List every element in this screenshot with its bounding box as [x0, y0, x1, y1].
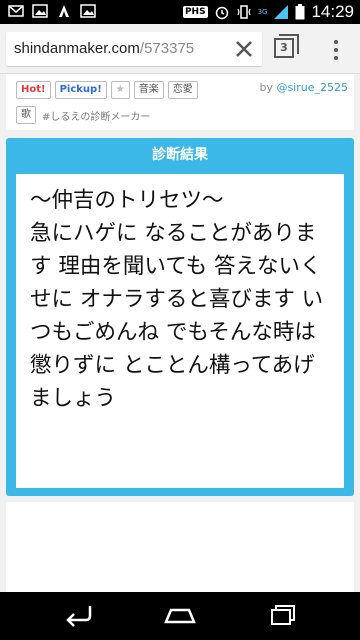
browser-toolbar: shindanmaker.com/573375 3	[0, 24, 360, 97]
hot-badge: Hot!	[16, 81, 51, 99]
vibrate-icon	[236, 5, 251, 19]
navigation-bar	[0, 592, 360, 640]
author-byline: by @sirue_2525	[259, 81, 348, 94]
image-notification-icon	[32, 4, 48, 18]
app-notification-icon	[59, 5, 69, 17]
result-body: 〜仲吉のトリセツ〜 急にハゲに なることがあります 理由を聞いても 答えないくせ…	[16, 174, 344, 488]
recent-apps-button[interactable]	[262, 602, 302, 630]
byline-prefix: by	[259, 81, 277, 94]
tag-song[interactable]: 歌	[16, 106, 36, 124]
pickup-badge: Pickup!	[54, 81, 107, 99]
web-page: Hot! Pickup! ★ 音楽 恋愛 by @sirue_2525 歌 #し…	[0, 74, 360, 592]
clock: 14:29	[311, 2, 354, 21]
url-domain: shindanmaker.com	[14, 40, 140, 57]
favorite-star-button[interactable]: ★	[110, 81, 130, 99]
clear-url-button[interactable]	[232, 37, 256, 61]
tag-romance[interactable]: 恋愛	[167, 81, 198, 99]
diagnosis-info-card: Hot! Pickup! ★ 音楽 恋愛 by @sirue_2525 歌 #し…	[6, 74, 354, 130]
email-icon	[8, 5, 24, 17]
url-path: /573375	[139, 40, 195, 57]
author-link[interactable]: @sirue_2525	[276, 81, 348, 94]
image-notification-icon-2	[80, 4, 96, 18]
result-heading: 診断結果	[152, 147, 208, 163]
next-card	[6, 502, 354, 592]
result-text: 〜仲吉のトリセツ〜 急にハゲに なることがあります 理由を聞いても 答えないくせ…	[30, 188, 324, 411]
url-text[interactable]: shindanmaker.com/573375	[14, 40, 194, 57]
home-button[interactable]	[160, 602, 200, 630]
battery-icon	[295, 4, 305, 20]
signal-icon	[274, 5, 289, 19]
tag-music[interactable]: 音楽	[133, 81, 164, 99]
result-panel: 診断結果 〜仲吉のトリセツ〜 急にハゲに なることがあります 理由を聞いても 答…	[6, 138, 354, 496]
tab-switcher-button[interactable]: 3	[274, 34, 300, 62]
hashtag-link[interactable]: #しるえの診断メーカー	[42, 108, 150, 123]
overflow-menu-button[interactable]	[330, 38, 342, 62]
url-bar[interactable]: shindanmaker.com/573375	[6, 32, 262, 66]
alarm-icon	[215, 6, 228, 20]
status-bar: PHS 3G 14:29	[0, 0, 360, 24]
tab-count: 3	[274, 38, 294, 58]
back-button[interactable]	[58, 602, 98, 630]
network-type: 3G	[257, 7, 268, 16]
phs-badge: PHS	[182, 6, 208, 18]
